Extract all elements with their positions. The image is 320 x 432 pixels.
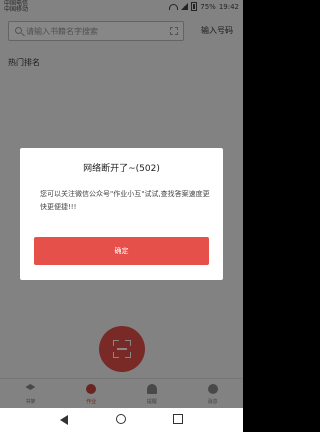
network-error-dialog: 网络断开了~(502) 您可以关注微信公众号"作业小互"试试,查找答案速度更快更…	[20, 148, 223, 280]
dialog-message: 您可以关注微信公众号"作业小互"试试,查找答案速度更快更便捷!!!	[40, 190, 210, 211]
system-nav-bar	[0, 408, 243, 432]
back-icon[interactable]	[60, 415, 68, 425]
app-screen: 中国电信 中国移动 75% 19:42 输入号码 热门排名 书架	[0, 0, 243, 432]
dialog-title: 网络断开了~(502)	[83, 164, 160, 174]
recent-apps-icon[interactable]	[173, 414, 183, 424]
confirm-button[interactable]: 确定	[34, 237, 209, 265]
home-icon[interactable]	[116, 414, 126, 424]
